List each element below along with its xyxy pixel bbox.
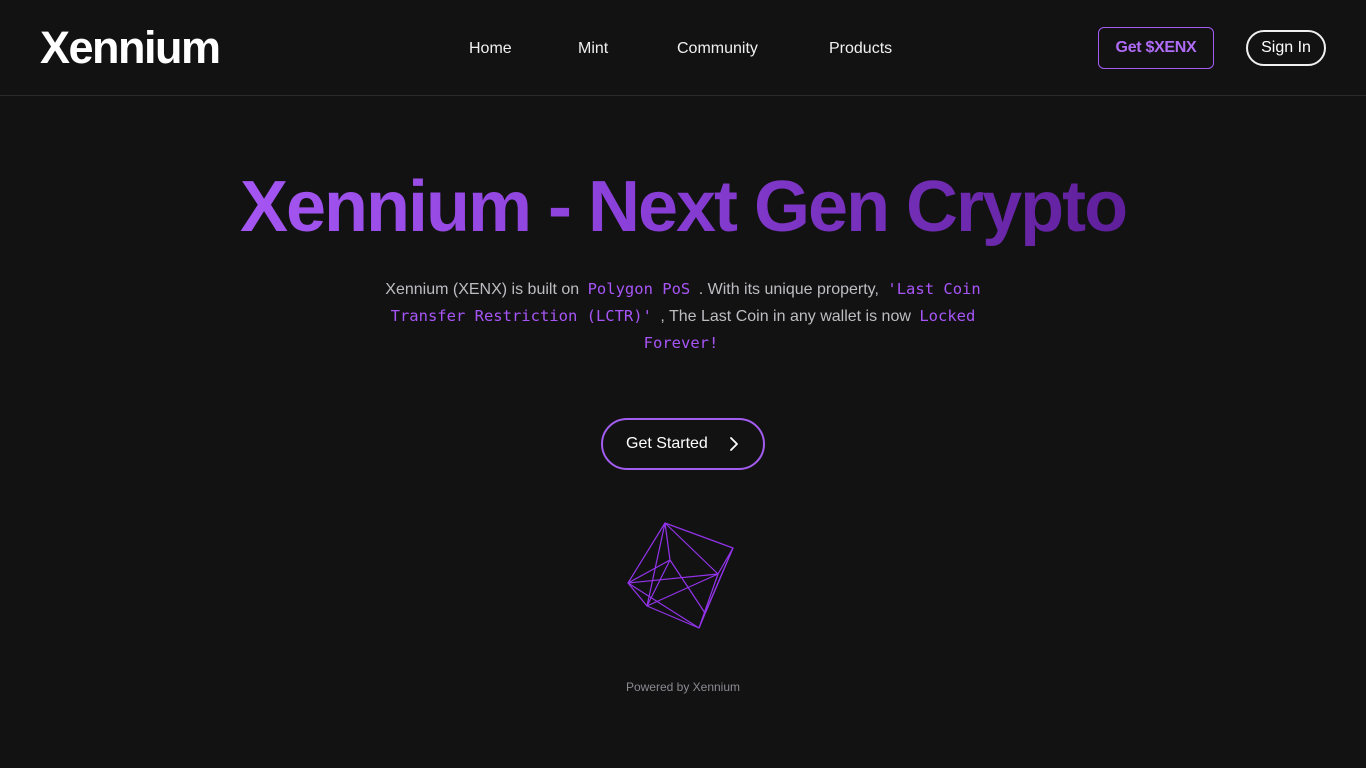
hero-title-text: Xennium - Next Gen Crypto (239, 167, 1128, 247)
sign-in-button[interactable]: Sign In (1246, 30, 1326, 66)
powered-by-text: Powered by Xennium (625, 680, 741, 694)
page: Xennium Home Mint Community Products Get… (0, 0, 1366, 768)
get-started-label: Get Started (626, 435, 708, 452)
get-started-button[interactable]: Get Started (601, 418, 765, 470)
desc-code-polygon: Polygon PoS (587, 280, 691, 298)
desc-text-3: , The Last Coin in any wallet is now (660, 308, 911, 325)
desc-text-1: Xennium (XENX) is built on (385, 281, 580, 298)
nav-mint[interactable]: Mint (578, 38, 608, 60)
top-navbar: Xennium Home Mint Community Products Get… (0, 0, 1366, 96)
nav-community[interactable]: Community (677, 38, 758, 60)
get-xenx-button[interactable]: Get $XENX (1098, 27, 1214, 69)
desc-text-2: . With its unique property, (698, 281, 879, 298)
chevron-right-icon (730, 437, 738, 451)
hero-description: Xennium (XENX) is built on Polygon PoS .… (363, 276, 1003, 357)
wireframe-polyhedron-icon (627, 522, 734, 629)
nav-products[interactable]: Products (829, 38, 892, 60)
nav-home[interactable]: Home (469, 38, 512, 60)
hero-title: Xennium - Next Gen Crypto (0, 164, 1366, 250)
